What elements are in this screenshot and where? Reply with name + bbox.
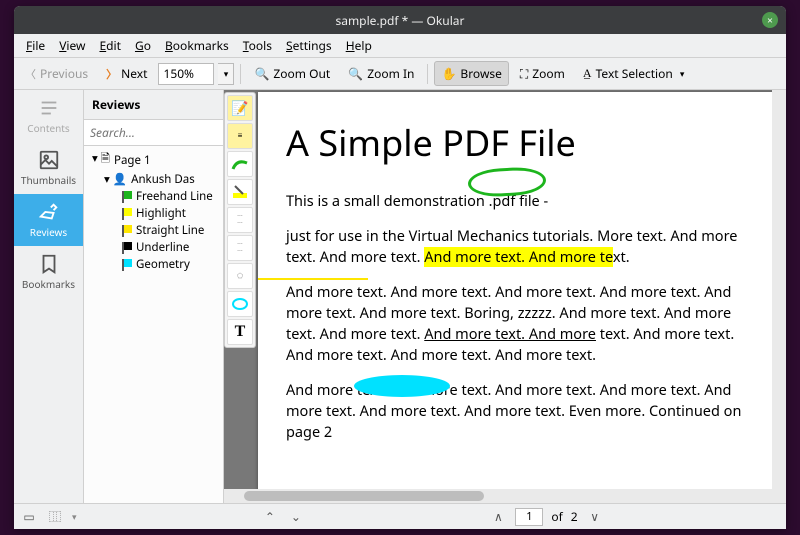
separator (427, 64, 428, 84)
sidebar-tab-reviews[interactable]: Reviews (14, 194, 83, 246)
ann-freehand-tool[interactable] (227, 151, 253, 177)
tree-item-straightline[interactable]: Straight Line (84, 222, 223, 239)
zoom-in-button[interactable]: 🔍Zoom In (341, 61, 421, 86)
menu-help[interactable]: Help (340, 35, 378, 56)
contents-icon (38, 97, 60, 119)
tree-author-node[interactable]: ▾ 👤 Ankush Das (84, 171, 223, 188)
menu-bookmarks[interactable]: Bookmarks (159, 35, 235, 56)
ann-highlighter-tool[interactable] (227, 179, 253, 205)
window-close-button[interactable]: × (762, 12, 778, 28)
tree-item-geometry[interactable]: Geometry (84, 256, 223, 273)
prev-page-icon[interactable]: ∧ (489, 508, 507, 526)
reviews-icon (38, 201, 60, 223)
reviews-tree: ▾ 🗎 Page 1 ▾ 👤 Ankush Das Freehand Line … (84, 146, 223, 503)
ann-straightline-tool[interactable]: ······ (227, 207, 253, 233)
total-pages: 2 (571, 508, 578, 525)
next-button[interactable]: 〉Next (99, 61, 154, 86)
sidebar: Contents Thumbnails Reviews Bookmarks (14, 90, 84, 503)
zoom-out-button[interactable]: 🔍Zoom Out (247, 61, 337, 86)
menu-edit[interactable]: Edit (93, 35, 127, 56)
menu-go[interactable]: Go (129, 35, 157, 56)
window-titlebar: sample.pdf * — Okular × (14, 6, 786, 34)
tree-page-node[interactable]: ▾ 🗎 Page 1 (84, 150, 223, 171)
horizontal-scroll-thumb[interactable] (244, 491, 484, 501)
text-selection-button[interactable]: A̲Text Selection▾ (576, 61, 691, 86)
zoom-area-icon: ⛶ (520, 65, 528, 82)
highlight-annotation: And more text. And more te (424, 247, 613, 267)
ann-inline-note-tool[interactable]: ≡ (227, 123, 253, 149)
paragraph-3: And more text. And more text. And more t… (286, 282, 758, 366)
browse-button[interactable]: ✋Browse (434, 61, 508, 86)
menu-view[interactable]: View (53, 35, 91, 56)
sidebar-tab-thumbnails[interactable]: Thumbnails (14, 142, 83, 194)
view-single-icon[interactable]: ▭ (20, 508, 38, 526)
last-page-icon[interactable]: ⌄ (287, 508, 305, 526)
zoom-dropdown[interactable]: ▾ (218, 63, 234, 85)
menu-settings[interactable]: Settings (280, 35, 338, 56)
reviews-panel: Reviews ▾ 🗎 Page 1 ▾ 👤 Ankush Das Freeha… (84, 90, 224, 503)
straightline-annotation (258, 278, 368, 280)
ann-ellipse-tool[interactable] (227, 291, 253, 317)
sidebar-tab-bookmarks[interactable]: Bookmarks (14, 246, 83, 298)
next-page-icon[interactable]: ∨ (586, 508, 604, 526)
hand-icon: ✋ (441, 65, 456, 82)
panel-title: Reviews (84, 90, 223, 120)
tree-item-underline[interactable]: Underline (84, 239, 223, 256)
paragraph-2: just for use in the Virtual Mechanics tu… (286, 226, 758, 268)
underline-annotation: And more text. And more (424, 324, 596, 344)
zoom-tool-button[interactable]: ⛶Zoom (513, 61, 572, 86)
first-page-icon[interactable]: ⌃ (261, 508, 279, 526)
pdf-page: A Simple PDF File This is a small demons… (258, 92, 778, 503)
statusbar: ▭ ⿲ ▾ ⌃ ⌄ ∧ of 2 ∨ (14, 503, 786, 529)
vertical-scrollbar[interactable] (772, 90, 786, 503)
of-label: of (551, 508, 562, 525)
menubar: File View Edit Go Bookmarks Tools Settin… (14, 34, 786, 58)
horizontal-scrollbar[interactable] (224, 489, 786, 503)
geometry-annotation (354, 375, 450, 397)
document-area[interactable]: 📝 ≡ ······ ······ ⬠ T A Simple PDF File … (224, 90, 786, 503)
tree-item-freehand[interactable]: Freehand Line (84, 188, 223, 205)
previous-button[interactable]: 〈Previous (18, 61, 95, 86)
ann-note-tool[interactable]: 📝 (227, 95, 253, 121)
menu-file[interactable]: File (20, 35, 51, 56)
document-heading: A Simple PDF File (286, 118, 758, 167)
separator (240, 64, 241, 84)
text-selection-icon: A̲ (583, 66, 592, 81)
window-title: sample.pdf * — Okular (335, 12, 464, 29)
annotation-toolbar: 📝 ≡ ······ ······ ⬠ T (224, 92, 256, 348)
zoom-out-icon: 🔍 (254, 65, 269, 82)
ann-underline-tool[interactable]: ······ (227, 235, 253, 261)
tree-item-highlight[interactable]: Highlight (84, 205, 223, 222)
menu-tools[interactable]: Tools (237, 35, 278, 56)
zoom-in-icon: 🔍 (348, 65, 363, 82)
view-facing-icon[interactable]: ⿲ (46, 508, 64, 526)
zoom-input[interactable] (158, 63, 214, 85)
ann-text-tool[interactable]: T (227, 319, 253, 345)
bookmarks-icon (38, 253, 60, 275)
page-number-input[interactable] (515, 508, 543, 526)
thumbnails-icon (38, 149, 60, 171)
ann-polygon-tool[interactable]: ⬠ (227, 263, 253, 289)
reviews-search-input[interactable] (84, 120, 223, 146)
toolbar: 〈Previous 〉Next ▾ 🔍Zoom Out 🔍Zoom In ✋Br… (14, 58, 786, 90)
sidebar-tab-contents[interactable]: Contents (14, 90, 83, 142)
